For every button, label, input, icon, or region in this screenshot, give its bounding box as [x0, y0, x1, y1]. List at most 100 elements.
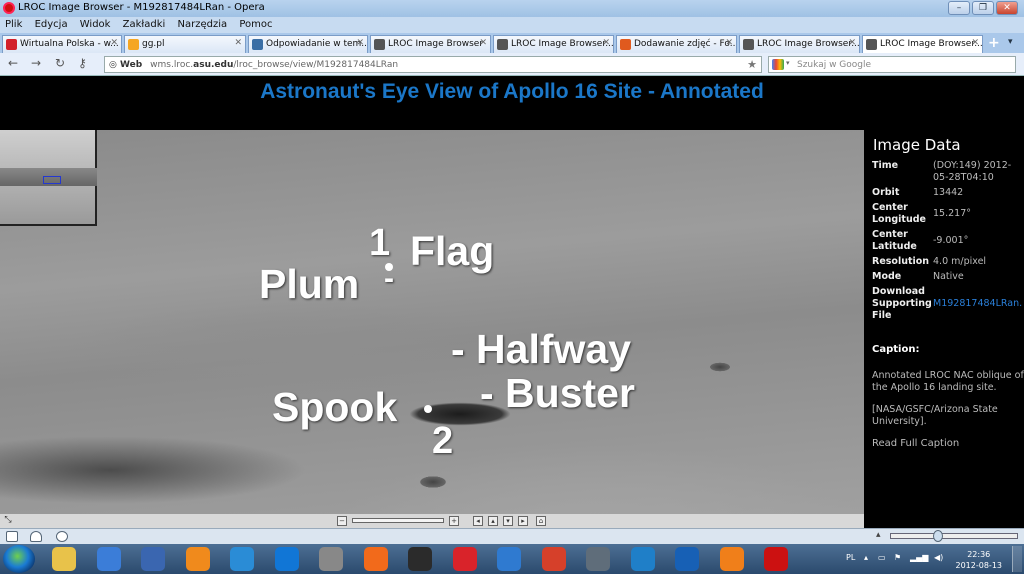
label-halfway: - Halfway — [451, 326, 631, 372]
address-field[interactable]: ◎ Web wms.lroc.asu.edu/lroc_browse/view/M… — [104, 56, 762, 73]
cloud-icon[interactable] — [30, 531, 42, 542]
menu-help[interactable]: Pomoc — [234, 17, 276, 30]
zoom-out-button[interactable]: − — [337, 516, 347, 526]
row-key: Time — [872, 160, 899, 171]
bookmark-star-icon[interactable]: ★ — [747, 58, 757, 71]
printer-icon[interactable]: ▭ — [878, 553, 886, 562]
pan-right-button[interactable]: ▸ — [518, 516, 528, 526]
eye-icon[interactable] — [586, 547, 610, 571]
page-zoom-slider[interactable] — [890, 530, 1018, 542]
puzzle-icon[interactable] — [408, 547, 432, 571]
tab-6[interactable]: Dodawanie zdjęć - Fo... ✕ — [616, 35, 737, 53]
expand-icon[interactable]: ⤡ — [3, 516, 13, 526]
panel-toggle-icon[interactable] — [6, 531, 18, 542]
tab-list-dropdown-icon[interactable]: ▾ — [1008, 37, 1013, 47]
menu-bookmarks[interactable]: Zakładki — [118, 17, 170, 30]
row-key: Orbit — [872, 187, 900, 198]
tab-8[interactable]: LROC Image Browser... ✕ — [862, 35, 983, 53]
zoom-down-icon[interactable]: ▴ — [876, 530, 881, 540]
tab-close-icon[interactable]: ✕ — [356, 38, 364, 48]
tab-label: LROC Image Browser... — [511, 39, 614, 49]
zoom-in-button[interactable]: + — [449, 516, 459, 526]
winamp-icon[interactable] — [96, 547, 121, 571]
tab-4[interactable]: LROC Image Browser ✕ — [370, 35, 491, 53]
clock[interactable]: 22:36 2012-08-13 — [956, 549, 1003, 571]
firefox-alt-icon[interactable] — [319, 547, 343, 571]
tab-favicon-icon — [6, 39, 17, 50]
thumbnail-viewport-box[interactable] — [43, 176, 61, 184]
ie-icon[interactable] — [185, 547, 210, 571]
close-window-button[interactable]: ✕ — [996, 1, 1018, 15]
media-player-icon[interactable] — [141, 547, 165, 571]
menu-tools[interactable]: Narzędzia — [173, 17, 232, 30]
lunar-image-viewer[interactable]: 1 Flag Plum - - Halfway - Buster Spook 2 — [0, 130, 864, 514]
tab-5[interactable]: LROC Image Browser... ✕ — [493, 35, 614, 53]
page-zoom-knob[interactable] — [933, 530, 943, 542]
zoom-slider[interactable] — [352, 518, 444, 523]
firefox-icon[interactable] — [675, 547, 699, 571]
tab-3[interactable]: Odpowiadanie w tem... ✕ — [248, 35, 368, 53]
menu-view[interactable]: Widok — [75, 17, 115, 30]
site-info-chip[interactable]: ◎ Web — [109, 60, 142, 70]
reload-button[interactable]: ↻ — [55, 56, 65, 70]
row-key: Center Longitude — [872, 202, 926, 225]
tab-close-icon[interactable]: ✕ — [602, 38, 610, 48]
maximize-button[interactable]: ❐ — [972, 1, 994, 15]
wand-key-icon[interactable]: ⚷ — [78, 56, 87, 70]
download-link[interactable]: M192817484LRan. — [933, 298, 1022, 310]
tab-7[interactable]: LROC Image Browser... ✕ — [739, 35, 860, 53]
network-icon[interactable]: ▂▄▆ — [910, 553, 928, 562]
bc-icon[interactable] — [230, 547, 254, 571]
pan-down-button[interactable]: ▾ — [503, 516, 513, 526]
search-engine-dropdown-icon[interactable]: ▾ — [786, 59, 790, 67]
read-full-caption-link[interactable]: Read Full Caption — [872, 438, 1024, 450]
row-value: Native — [933, 271, 964, 282]
speed-dial-icon[interactable] — [56, 531, 68, 542]
search-input[interactable]: ▾ Szukaj w Google — [768, 56, 1016, 73]
tab-close-icon[interactable]: ✕ — [234, 38, 242, 48]
pan-up-button[interactable]: ▴ — [488, 516, 498, 526]
clock-date: 2012-08-13 — [955, 561, 1003, 570]
phone-icon[interactable] — [541, 547, 566, 571]
tab-close-icon[interactable]: ✕ — [848, 38, 856, 48]
tab-close-icon[interactable]: ✕ — [479, 38, 487, 48]
forward-button[interactable]: → — [31, 56, 41, 70]
site-chip-label: Web — [120, 60, 143, 70]
label-buster: - Buster — [480, 370, 635, 416]
tab-1[interactable]: Wirtualna Polska - w... ✕ — [2, 35, 122, 53]
pan-left-button[interactable]: ◂ — [473, 516, 483, 526]
chrome-icon[interactable] — [764, 547, 788, 571]
monitor-icon[interactable] — [630, 547, 655, 571]
thunderbird-icon[interactable] — [452, 547, 477, 571]
tab-label: Odpowiadanie w tem... — [266, 39, 368, 49]
image-data-heading: Image Data — [873, 136, 961, 154]
tab-favicon-icon — [866, 39, 877, 50]
start-button[interactable] — [3, 545, 35, 573]
show-desktop-button[interactable] — [1012, 546, 1022, 572]
ea-icon[interactable] — [363, 547, 388, 571]
back-button[interactable]: ← — [8, 56, 18, 70]
clock-time: 22:36 — [967, 550, 991, 559]
minimize-button[interactable]: – — [948, 1, 970, 15]
row-value: 13442 — [933, 187, 964, 198]
menu-file[interactable]: Plik — [0, 17, 26, 30]
flag-tray-icon[interactable]: ⚑ — [894, 553, 901, 562]
tab-close-icon[interactable]: ✕ — [725, 38, 733, 48]
system-tray: PL ▴ ▭ ⚑ ▂▄▆ ◀) 22:36 2012-08-13 — [838, 544, 1024, 574]
new-tab-button[interactable]: + — [988, 35, 1000, 51]
mail-icon[interactable] — [497, 547, 521, 571]
overview-thumbnail[interactable] — [0, 130, 97, 226]
menu-edit[interactable]: Edycja — [30, 17, 72, 30]
volume-icon[interactable]: ◀) — [934, 553, 943, 562]
tab-2[interactable]: gg.pl ✕ — [124, 35, 246, 53]
mouse-icon[interactable] — [274, 547, 299, 571]
row-value: -9.001° — [933, 235, 969, 246]
tab-close-icon[interactable]: ✕ — [110, 38, 118, 48]
language-indicator[interactable]: PL — [846, 553, 855, 562]
menu-bar: Plik Edycja Widok Zakładki Narzędzia Pom… — [0, 17, 1024, 33]
tray-arrow-icon[interactable]: ▴ — [864, 553, 868, 562]
explorer-folder-icon[interactable] — [52, 547, 76, 571]
opera-icon[interactable] — [719, 547, 744, 571]
tab-close-icon[interactable]: ✕ — [971, 38, 979, 48]
zoom-reset-button[interactable]: ⌂ — [536, 516, 546, 526]
